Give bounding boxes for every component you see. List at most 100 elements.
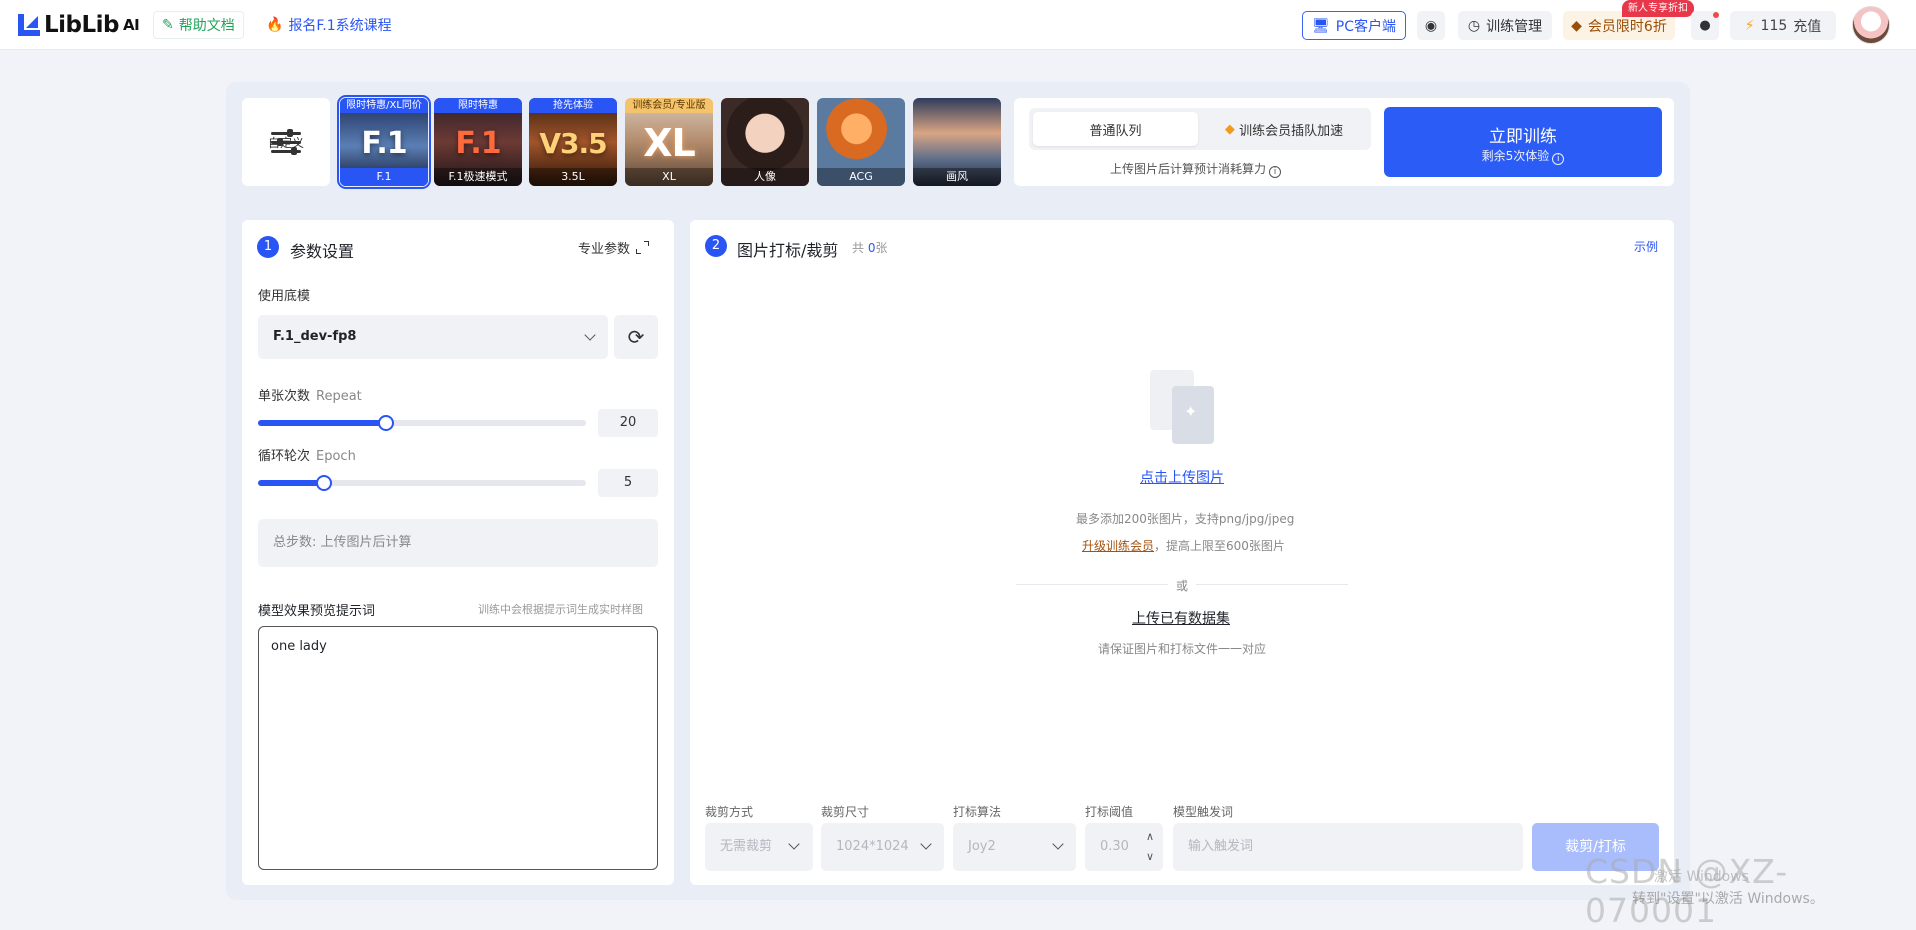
course-signup-label: 报名F.1系统课程	[288, 18, 392, 34]
divider	[1016, 584, 1168, 585]
wand-icon: ✎	[162, 17, 174, 33]
upload-dataset-link[interactable]: 上传已有数据集	[1132, 608, 1230, 628]
upgrade-line: 升级训练会员，提高上限至600张图片	[1082, 537, 1285, 554]
upload-images-link[interactable]: 点击上传图片	[1140, 467, 1224, 487]
course-signup-link[interactable]: 🔥 报名F.1系统课程	[258, 11, 400, 39]
model-caption: 人像	[721, 168, 809, 186]
model-tile-f1[interactable]: 限时特惠/XL同价 F.1 F.1	[337, 95, 431, 189]
model-tile-portrait[interactable]: 人像	[721, 98, 809, 186]
tag-threshold-label: 打标阈值	[1085, 805, 1134, 819]
vip-discount-badge: 新人专享折扣	[1622, 0, 1694, 17]
upload-illustration-icon: ✦	[1136, 370, 1232, 446]
credits-value: 115	[1760, 17, 1788, 34]
images-title: 图片打标/裁剪	[737, 241, 839, 260]
upgrade-member-link[interactable]: 升级训练会员	[1082, 539, 1154, 553]
step-number: 1	[257, 236, 279, 258]
upload-limit-note: 最多添加200张图片，支持png/jpg/jpeg	[1076, 512, 1295, 526]
ai-chip-icon: ◉	[1424, 17, 1438, 34]
start-training-button[interactable]: 立即训练 剩余5次体验 i	[1384, 107, 1662, 177]
info-icon[interactable]: i	[1552, 153, 1565, 165]
base-model-select[interactable]: F.1_dev-fp8	[258, 315, 608, 359]
model-caption: F.1极速模式	[434, 168, 522, 186]
repeat-slider-handle[interactable]	[378, 415, 394, 431]
gem-icon: ◆	[1224, 121, 1240, 137]
epoch-input[interactable]: 5	[598, 469, 658, 497]
total-steps-field: 总步数: 上传图片后计算	[258, 519, 658, 567]
model-caption: F.1	[340, 168, 428, 186]
tag-algorithm-label: 打标算法	[953, 805, 1002, 819]
preview-prompt-title: 模型效果预览提示词	[258, 604, 376, 619]
custom-model-tile[interactable]: 自定义	[242, 98, 330, 186]
monitor-icon: 🖥	[1312, 17, 1330, 34]
windows-activation-note: 转到"设置"以激活 Windows。	[1632, 891, 1824, 907]
crop-size-value: 1024*1024	[836, 839, 909, 854]
normal-queue-label: 普通队列	[1089, 123, 1142, 139]
stepper-arrows[interactable]: ∧ ∨	[1146, 827, 1154, 867]
image-count-prefix: 共	[852, 241, 865, 255]
remaining-trials-text: 剩余5次体验	[1481, 149, 1550, 163]
epoch-label-en: Epoch	[316, 449, 356, 464]
epoch-label-text: 循环轮次	[258, 449, 311, 464]
logo-text: LibLib	[44, 12, 120, 38]
train-management-button[interactable]: ◷ 训练管理	[1458, 11, 1552, 40]
lightning-icon: ⚡	[1744, 17, 1755, 34]
stepper-down-icon[interactable]: ∨	[1146, 847, 1154, 867]
normal-queue-option[interactable]: 普通队列	[1033, 112, 1198, 146]
credits-recharge-button[interactable]: ⚡ 115 充值	[1730, 11, 1836, 40]
params-title: 参数设置	[290, 242, 355, 261]
clock-icon: ◷	[1467, 17, 1481, 34]
epoch-label: 循环轮次 Epoch	[258, 445, 356, 464]
user-avatar[interactable]	[1852, 6, 1890, 44]
model-ribbon: 训练会员/专业版	[625, 98, 713, 113]
repeat-label: 单张次数 Repeat	[258, 385, 362, 404]
base-model-value: F.1_dev-fp8	[273, 329, 357, 344]
liblib-logo[interactable]: LibLib AI	[16, 12, 140, 38]
dataset-note: 请保证图片和打标文件一一对应	[1098, 642, 1267, 656]
expand-icon	[636, 241, 650, 254]
model-tile-painting-style[interactable]: 画风	[913, 98, 1001, 186]
model-ribbon: 限时特惠/XL同价	[340, 98, 428, 113]
custom-model-label: 自定义	[267, 135, 304, 150]
logo-ai-text: AI	[123, 16, 140, 34]
ai-assistant-button[interactable]: ◉	[1417, 11, 1445, 40]
step-number: 2	[705, 235, 727, 257]
example-link[interactable]: 示例	[1634, 238, 1658, 255]
model-badge-text: XL	[643, 121, 696, 165]
model-tile-acg[interactable]: ACG	[817, 98, 905, 186]
help-docs-link[interactable]: ✎ 帮助文档	[153, 11, 244, 39]
repeat-input[interactable]: 20	[598, 409, 658, 437]
vip-queue-option[interactable]: ◆ 训练会员插队加速	[1200, 112, 1368, 146]
repeat-label-en: Repeat	[316, 389, 362, 404]
model-badge-text: V3.5	[539, 126, 607, 160]
crop-mode-select[interactable]: 无需裁剪	[705, 823, 813, 871]
trigger-word-input[interactable]: 输入触发词	[1173, 823, 1523, 871]
preview-prompt-textarea[interactable]: one lady	[258, 626, 658, 870]
notification-dot	[1713, 12, 1719, 18]
pro-params-toggle[interactable]: 专业参数	[578, 238, 650, 257]
model-tile-xl[interactable]: 训练会员/专业版 XL XL	[625, 98, 713, 186]
queue-cost-note: 上传图片后计算预计消耗算力 i	[1110, 160, 1282, 178]
model-caption: 画风	[913, 168, 1001, 186]
start-training-label: 立即训练	[1489, 127, 1557, 147]
model-ribbon: 抢先体验	[529, 98, 617, 113]
info-icon[interactable]: i	[1269, 166, 1282, 178]
vip-offer-label: 会员限时6折	[1587, 18, 1667, 35]
image-count-suffix: 张	[875, 241, 888, 255]
or-text: 或	[1176, 579, 1189, 593]
refresh-button[interactable]: ⟳	[614, 315, 658, 359]
model-tile-f1-fast[interactable]: 限时特惠 F.1 F.1极速模式	[434, 98, 522, 186]
tag-threshold-value: 0.30	[1100, 839, 1129, 854]
pc-client-button[interactable]: 🖥 PC客户端	[1302, 11, 1406, 40]
crop-size-label: 裁剪尺寸	[821, 805, 870, 819]
help-docs-label: 帮助文档	[178, 18, 235, 34]
trigger-word-placeholder: 输入触发词	[1188, 839, 1254, 854]
pro-params-label: 专业参数	[578, 242, 631, 257]
refresh-icon: ⟳	[627, 325, 645, 349]
logo-mark-icon	[16, 12, 42, 38]
stepper-up-icon[interactable]: ∧	[1146, 827, 1154, 847]
model-tile-3-5l[interactable]: 抢先体验 V3.5 3.5L	[529, 98, 617, 186]
epoch-slider-handle[interactable]	[316, 475, 332, 491]
upgrade-rest-text: ，提高上限至600张图片	[1154, 539, 1285, 553]
model-caption: ACG	[817, 168, 905, 186]
divider	[1196, 584, 1348, 585]
